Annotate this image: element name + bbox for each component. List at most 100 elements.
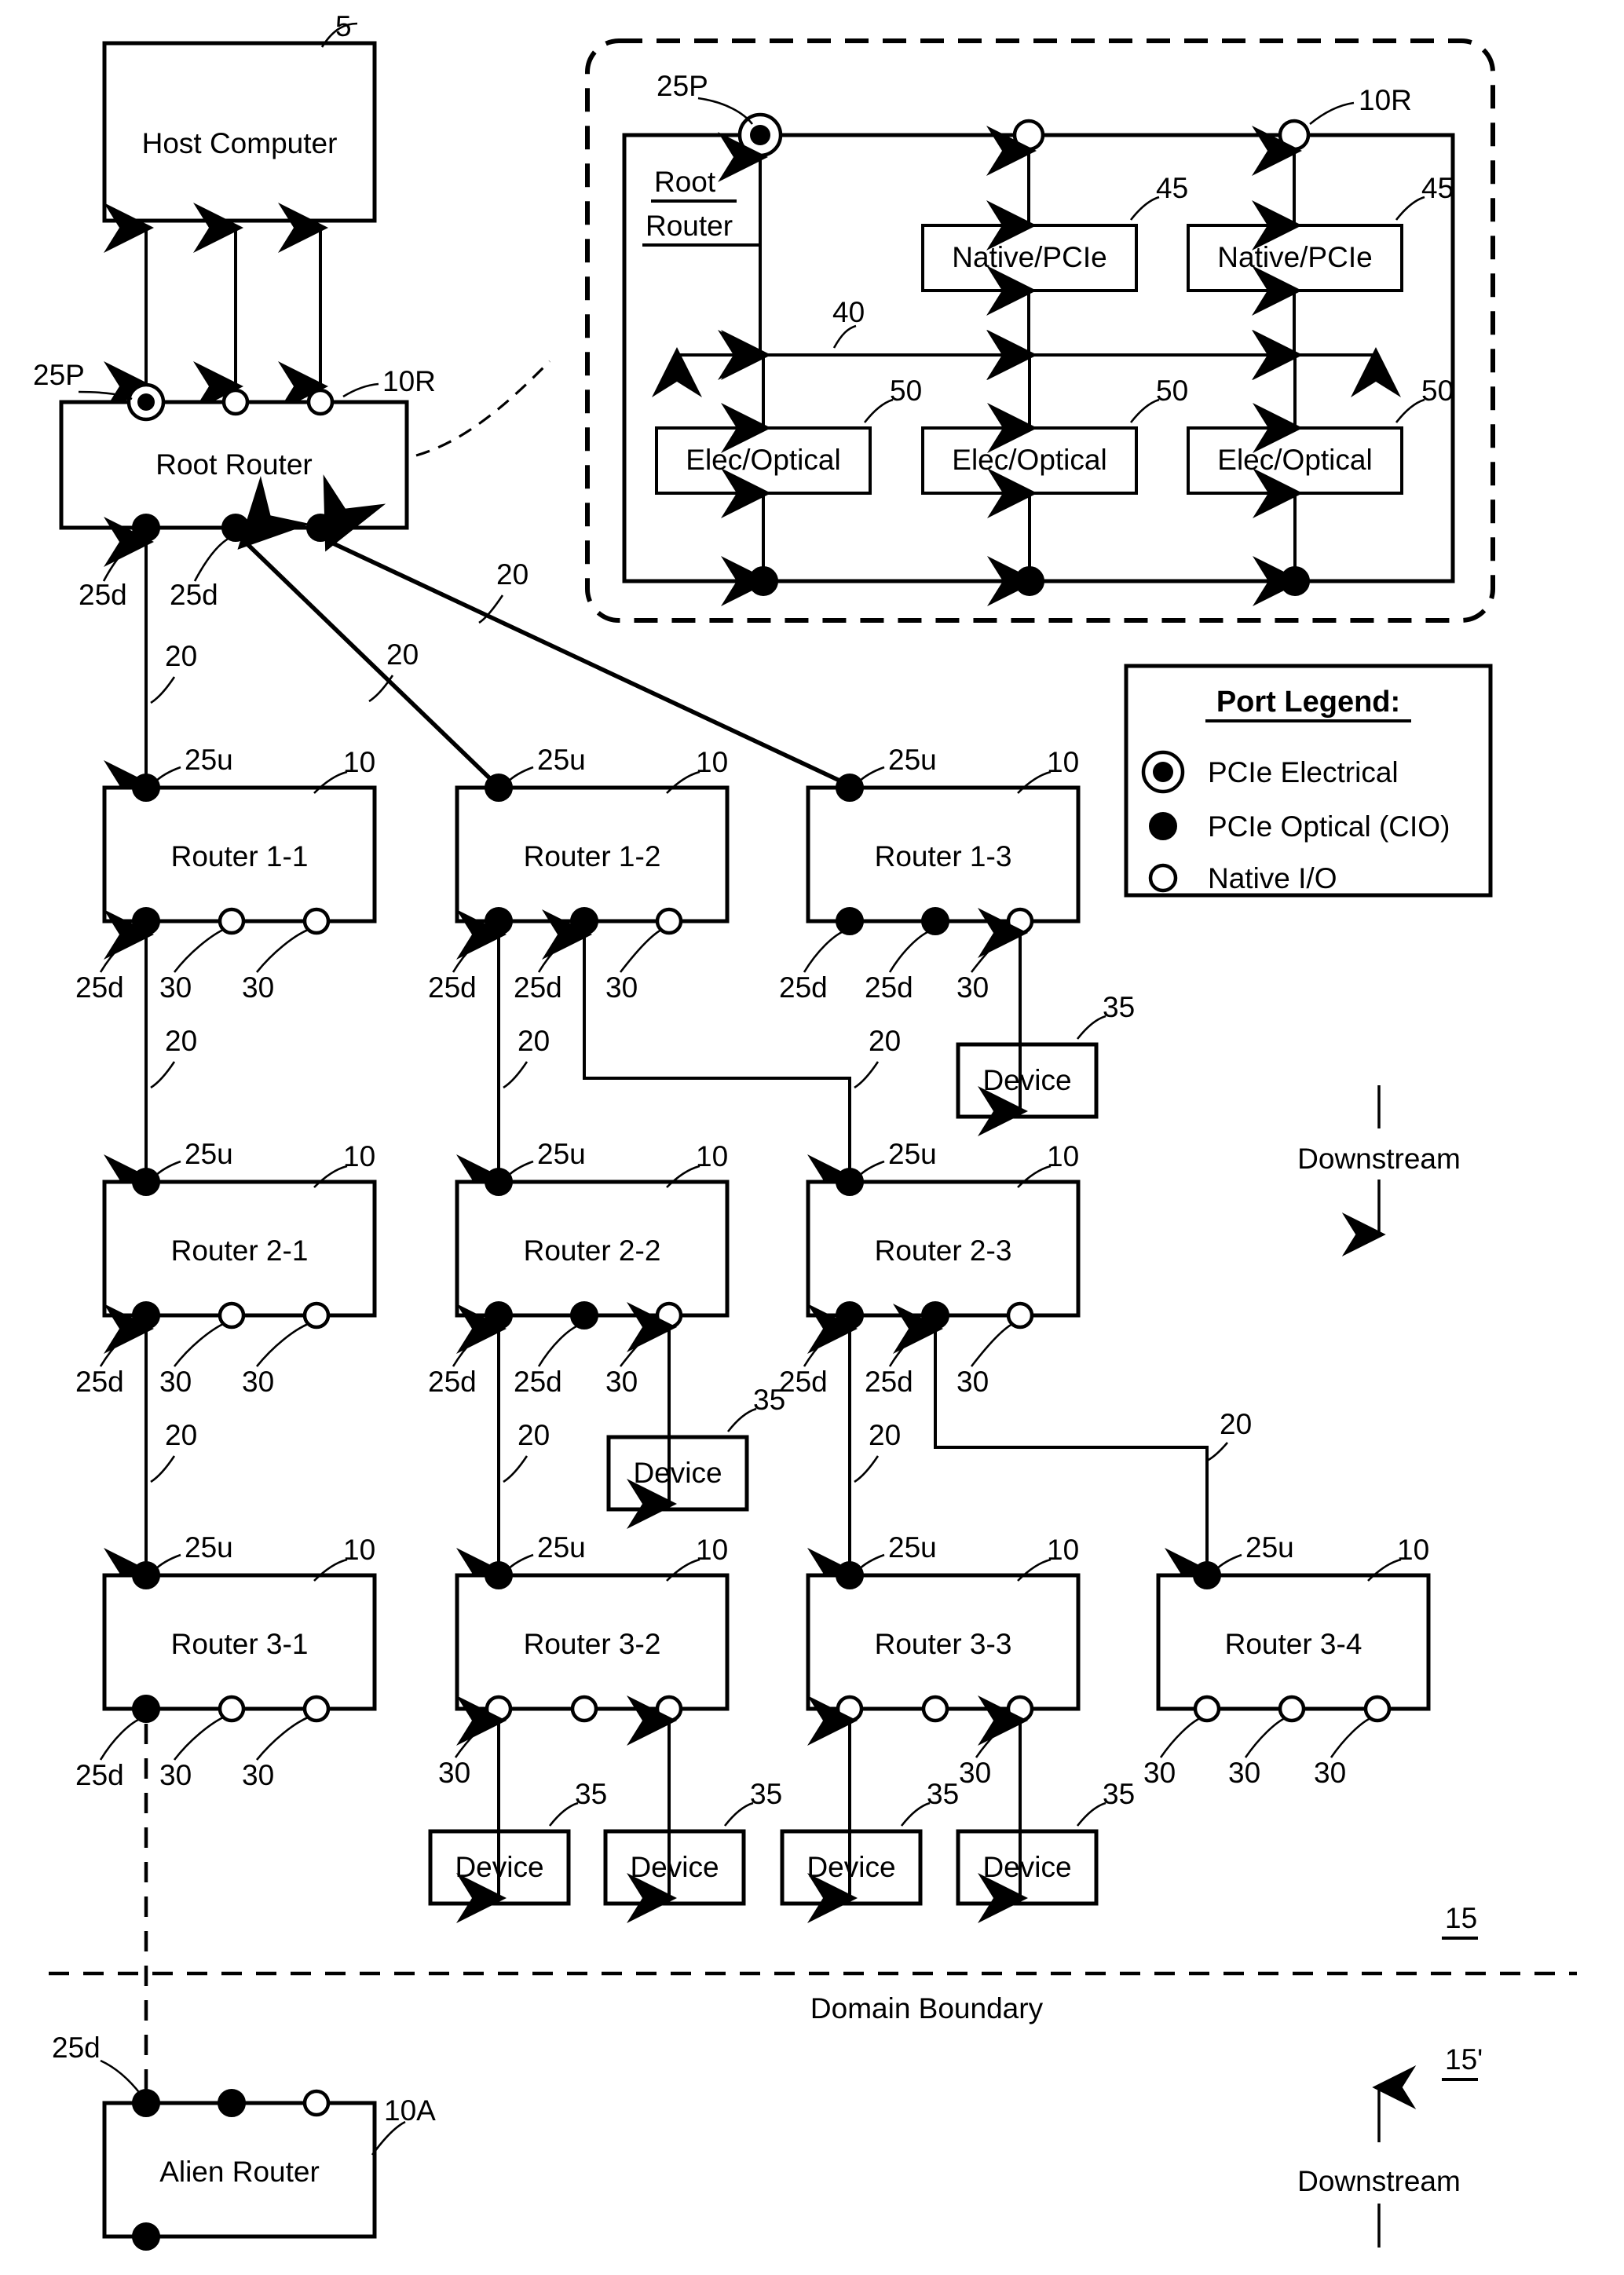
router-2-1-down-port-3[interactable] xyxy=(302,1301,331,1330)
patent-figure: Host Computer 5 Root Router 25P 10R 25d … xyxy=(0,0,1624,2275)
router-1-1-down-port-3[interactable] xyxy=(302,907,331,935)
device-3-ref-leader: 35 xyxy=(548,1778,607,1827)
host-to-root-links xyxy=(104,203,328,411)
root-router-port-native-1[interactable] xyxy=(221,388,250,416)
router-1-3-upstream-port[interactable] xyxy=(836,774,864,802)
router-1-2-down-port-2[interactable] xyxy=(570,907,598,935)
router-3-3-25u-leader: 25u xyxy=(857,1531,937,1571)
inset-port-optical-1[interactable] xyxy=(748,566,778,596)
root-25p-leader: 25P xyxy=(33,359,133,401)
router-3-4-upstream-port[interactable] xyxy=(1193,1561,1221,1589)
router-3-4-down-port-1[interactable] xyxy=(1193,1695,1221,1723)
inset-pcie-port-ref: 25P xyxy=(657,70,708,102)
router-2-1-down-port-1[interactable] xyxy=(132,1301,160,1330)
root-router-port-optical-1[interactable] xyxy=(132,514,160,542)
router-3-4-ref: 10 xyxy=(1397,1534,1429,1566)
router-box-1-2: Router 1-2 xyxy=(455,785,730,924)
router-3-1-down-label-3: 30 xyxy=(242,1759,274,1791)
inset-45-leader-1: 45 xyxy=(1129,172,1188,221)
inset-title-line2: Router xyxy=(646,210,733,242)
inset-router-frame xyxy=(622,133,1455,583)
link-20-label-i: 20 xyxy=(854,1419,901,1483)
router-2-1-upstream-port[interactable] xyxy=(132,1168,160,1196)
router-3-1-down-port-3[interactable] xyxy=(302,1695,331,1723)
inset-port-native-2[interactable] xyxy=(1278,119,1311,152)
router-1-2-upstream-port[interactable] xyxy=(485,774,513,802)
device-4-ref-leader: 35 xyxy=(723,1778,782,1827)
router-1-2-down-leaders: 25d 25d 30 xyxy=(428,928,662,1004)
router-2-3-down-port-1[interactable] xyxy=(836,1301,864,1330)
native-pcie-label-1: Native/PCIe xyxy=(952,241,1106,273)
device-label-6: Device xyxy=(982,1851,1071,1883)
router-3-2-down-port-3[interactable] xyxy=(655,1695,683,1723)
router-3-2-down-port-1[interactable] xyxy=(485,1695,513,1723)
alien-router-port-3[interactable] xyxy=(302,2089,331,2117)
router-1-3-down-port-1[interactable] xyxy=(836,907,864,935)
router-2-2-down-label-2: 25d xyxy=(514,1366,562,1398)
elec-optical-label-2: Elec/Optical xyxy=(952,444,1106,476)
link-ref-d: 20 xyxy=(165,1025,197,1057)
router-1-3-down-port-2[interactable] xyxy=(921,907,949,935)
inset-port-native-1[interactable] xyxy=(1012,119,1045,152)
pcie-optical-port-icon xyxy=(1149,812,1177,840)
router-3-4-down-port-3[interactable] xyxy=(1363,1695,1392,1723)
device-6-ref-leader: 35 xyxy=(1076,1778,1135,1827)
router-3-1-down-port-1[interactable] xyxy=(132,1695,160,1723)
root-router-label: Root Router xyxy=(155,448,313,481)
router-3-3-upstream-port[interactable] xyxy=(836,1561,864,1589)
inset-50-leader-3: 50 xyxy=(1395,375,1454,423)
router-box-2-1: Router 2-1 xyxy=(102,1180,377,1318)
root-router-port-native-2[interactable] xyxy=(306,388,335,416)
device-box-4: Device xyxy=(603,1829,746,1906)
router-3-4-down-port-2[interactable] xyxy=(1278,1695,1306,1723)
router-2-1-down-port-2[interactable] xyxy=(218,1301,246,1330)
device-box-6: Device xyxy=(956,1829,1099,1906)
router-box-3-1: Router 3-1 xyxy=(102,1573,377,1711)
root-router-port-pcie-electrical[interactable] xyxy=(126,382,166,422)
link-ref-f: 20 xyxy=(869,1025,901,1057)
router-3-3-down-port-3[interactable] xyxy=(1006,1695,1034,1723)
downstream-label-lower: Downstream xyxy=(1297,2165,1461,2197)
router-3-1-down-port-2[interactable] xyxy=(218,1695,246,1723)
router-2-1-upstream-ref: 25u xyxy=(185,1138,233,1170)
router-3-1-upstream-ref: 25u xyxy=(185,1531,233,1564)
link-ref-b: 20 xyxy=(386,638,419,671)
router-label-2-1: Router 2-1 xyxy=(171,1234,309,1267)
root-router-downstream-ref-1: 25d xyxy=(79,579,127,611)
alien-router-down-port[interactable] xyxy=(132,2222,160,2251)
inset-callout-line xyxy=(415,360,551,457)
root-router-port-optical-2[interactable] xyxy=(221,514,250,542)
root-router-port-optical-3[interactable] xyxy=(306,514,335,542)
router-3-4-upstream-ref: 25u xyxy=(1245,1531,1294,1564)
router-1-2-down-port-1[interactable] xyxy=(485,907,513,935)
router-2-3-upstream-port[interactable] xyxy=(836,1168,864,1196)
router-2-2-down-label-1: 25d xyxy=(428,1366,477,1398)
router-1-1-down-port-2[interactable] xyxy=(218,907,246,935)
domain-lower-ref: 15' xyxy=(1445,2043,1483,2076)
router-3-3-down-port-2[interactable] xyxy=(921,1695,949,1723)
router-3-2-down-port-2[interactable] xyxy=(570,1695,598,1723)
inset-port-optical-2[interactable] xyxy=(1015,566,1044,596)
inset-port-optical-3[interactable] xyxy=(1280,566,1310,596)
host-computer-box: Host Computer xyxy=(102,41,377,223)
router-label-1-2: Router 1-2 xyxy=(524,840,661,872)
router-3-1-down-label-2: 30 xyxy=(159,1759,192,1791)
router-2-2-upstream-port[interactable] xyxy=(485,1168,513,1196)
router-3-4-down-label-2: 30 xyxy=(1228,1757,1260,1789)
alien-router-upstream-port[interactable] xyxy=(132,2089,160,2117)
inset-title-line1: Root xyxy=(654,166,716,198)
router-box-3-4: Router 3-4 xyxy=(1156,1573,1431,1711)
router-3-3-down-port-1[interactable] xyxy=(836,1695,864,1723)
router-3-2-upstream-port[interactable] xyxy=(485,1561,513,1589)
router-3-1-upstream-port[interactable] xyxy=(132,1561,160,1589)
legend-label-pcie-optical: PCIe Optical (CIO) xyxy=(1208,810,1450,843)
router-2-2-down-port-2[interactable] xyxy=(570,1301,598,1330)
inset-port-pcie-electrical[interactable] xyxy=(737,112,783,158)
router-2-2-down-port-1[interactable] xyxy=(485,1301,513,1330)
router-1-3-down-label-3: 30 xyxy=(956,971,989,1004)
router-3-1-down-leaders: 25d 30 30 xyxy=(75,1716,309,1791)
router-1-1-upstream-port[interactable] xyxy=(132,774,160,802)
router-1-1-down-port-1[interactable] xyxy=(132,907,160,935)
router-2-3-down-port-2[interactable] xyxy=(921,1301,949,1330)
alien-router-port-2[interactable] xyxy=(218,2089,246,2117)
